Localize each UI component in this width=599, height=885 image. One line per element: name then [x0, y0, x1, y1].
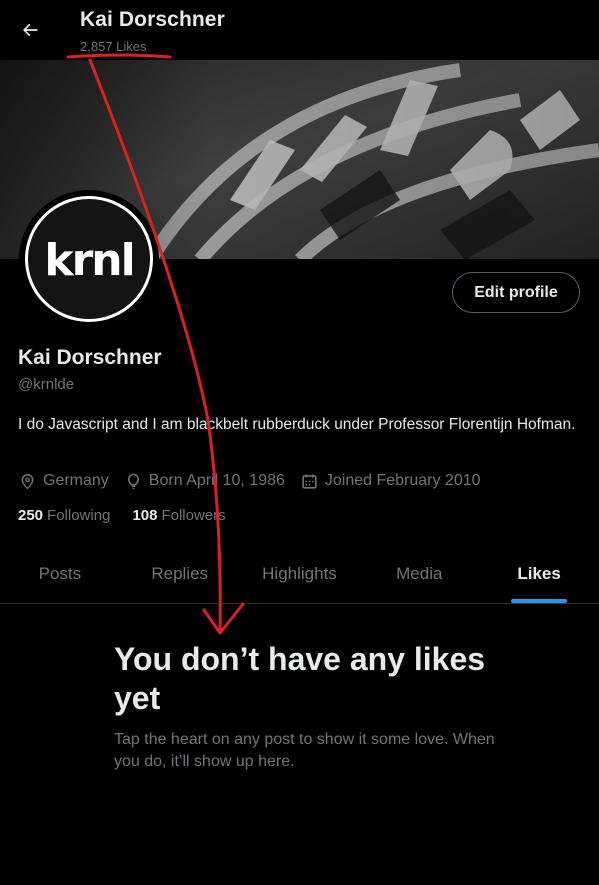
following-count: 250: [18, 507, 44, 524]
svg-text:krnl: krnl: [44, 235, 133, 286]
tab-label: Highlights: [262, 564, 337, 583]
joined-item: Joined February 2010: [300, 472, 481, 491]
annotation-arrow-head: [202, 602, 245, 635]
followers-label: Followers: [161, 507, 226, 524]
tab-likes[interactable]: Likes: [479, 545, 599, 603]
profile-tabs: Posts Replies Highlights Media Likes: [0, 545, 599, 604]
tab-label: Media: [396, 564, 443, 583]
header-title: Kai Dorschner: [80, 8, 225, 31]
avatar-image: krnl: [25, 196, 153, 322]
calendar-icon: [302, 473, 317, 489]
location-item: Germany: [18, 472, 109, 491]
birthday-item: Born April 10, 1986: [124, 472, 285, 491]
tab-label: Replies: [151, 564, 209, 583]
profile-handle: @krnlde: [18, 376, 75, 393]
tab-posts[interactable]: Posts: [0, 545, 120, 603]
profile-bio: I do Javascript and I am blackbelt rubbe…: [18, 416, 576, 433]
following-label: Following: [47, 507, 111, 524]
top-bar: Kai Dorschner 2,857 Likes: [0, 0, 599, 60]
empty-state-subtitle: Tap the heart on any post to show it som…: [114, 731, 495, 770]
tab-highlights[interactable]: Highlights: [240, 545, 360, 603]
tab-label: Posts: [38, 564, 82, 583]
active-tab-indicator: [511, 599, 568, 603]
profile-name: Kai Dorschner: [18, 346, 162, 369]
krnl-logo: krnl: [44, 235, 135, 286]
profile-meta: Germany Born April 10, 1986 Joined Febru…: [18, 470, 496, 492]
edit-profile-button[interactable]: Edit profile: [452, 272, 580, 313]
header-likes-count: 2,857 Likes: [80, 39, 147, 54]
back-button[interactable]: [10, 10, 50, 50]
tab-media[interactable]: Media: [359, 545, 479, 603]
followers-link[interactable]: 108 Followers: [132, 507, 225, 524]
joined-text: Joined February 2010: [324, 472, 481, 489]
following-link[interactable]: 250 Following: [18, 507, 110, 524]
tab-label: Likes: [517, 564, 561, 583]
follow-stats: 250 Following 108 Followers: [18, 507, 248, 524]
empty-state-title: You don’t have any likes yet: [114, 641, 486, 716]
followers-count: 108: [132, 507, 158, 524]
tab-replies[interactable]: Replies: [120, 545, 240, 603]
balloon-icon: [127, 473, 139, 489]
location-text: Germany: [43, 472, 109, 489]
location-pin-icon: [21, 473, 34, 489]
profile-avatar[interactable]: krnl: [19, 190, 159, 328]
birthday-text: Born April 10, 1986: [148, 472, 285, 489]
arrow-left-icon: [22, 23, 38, 37]
